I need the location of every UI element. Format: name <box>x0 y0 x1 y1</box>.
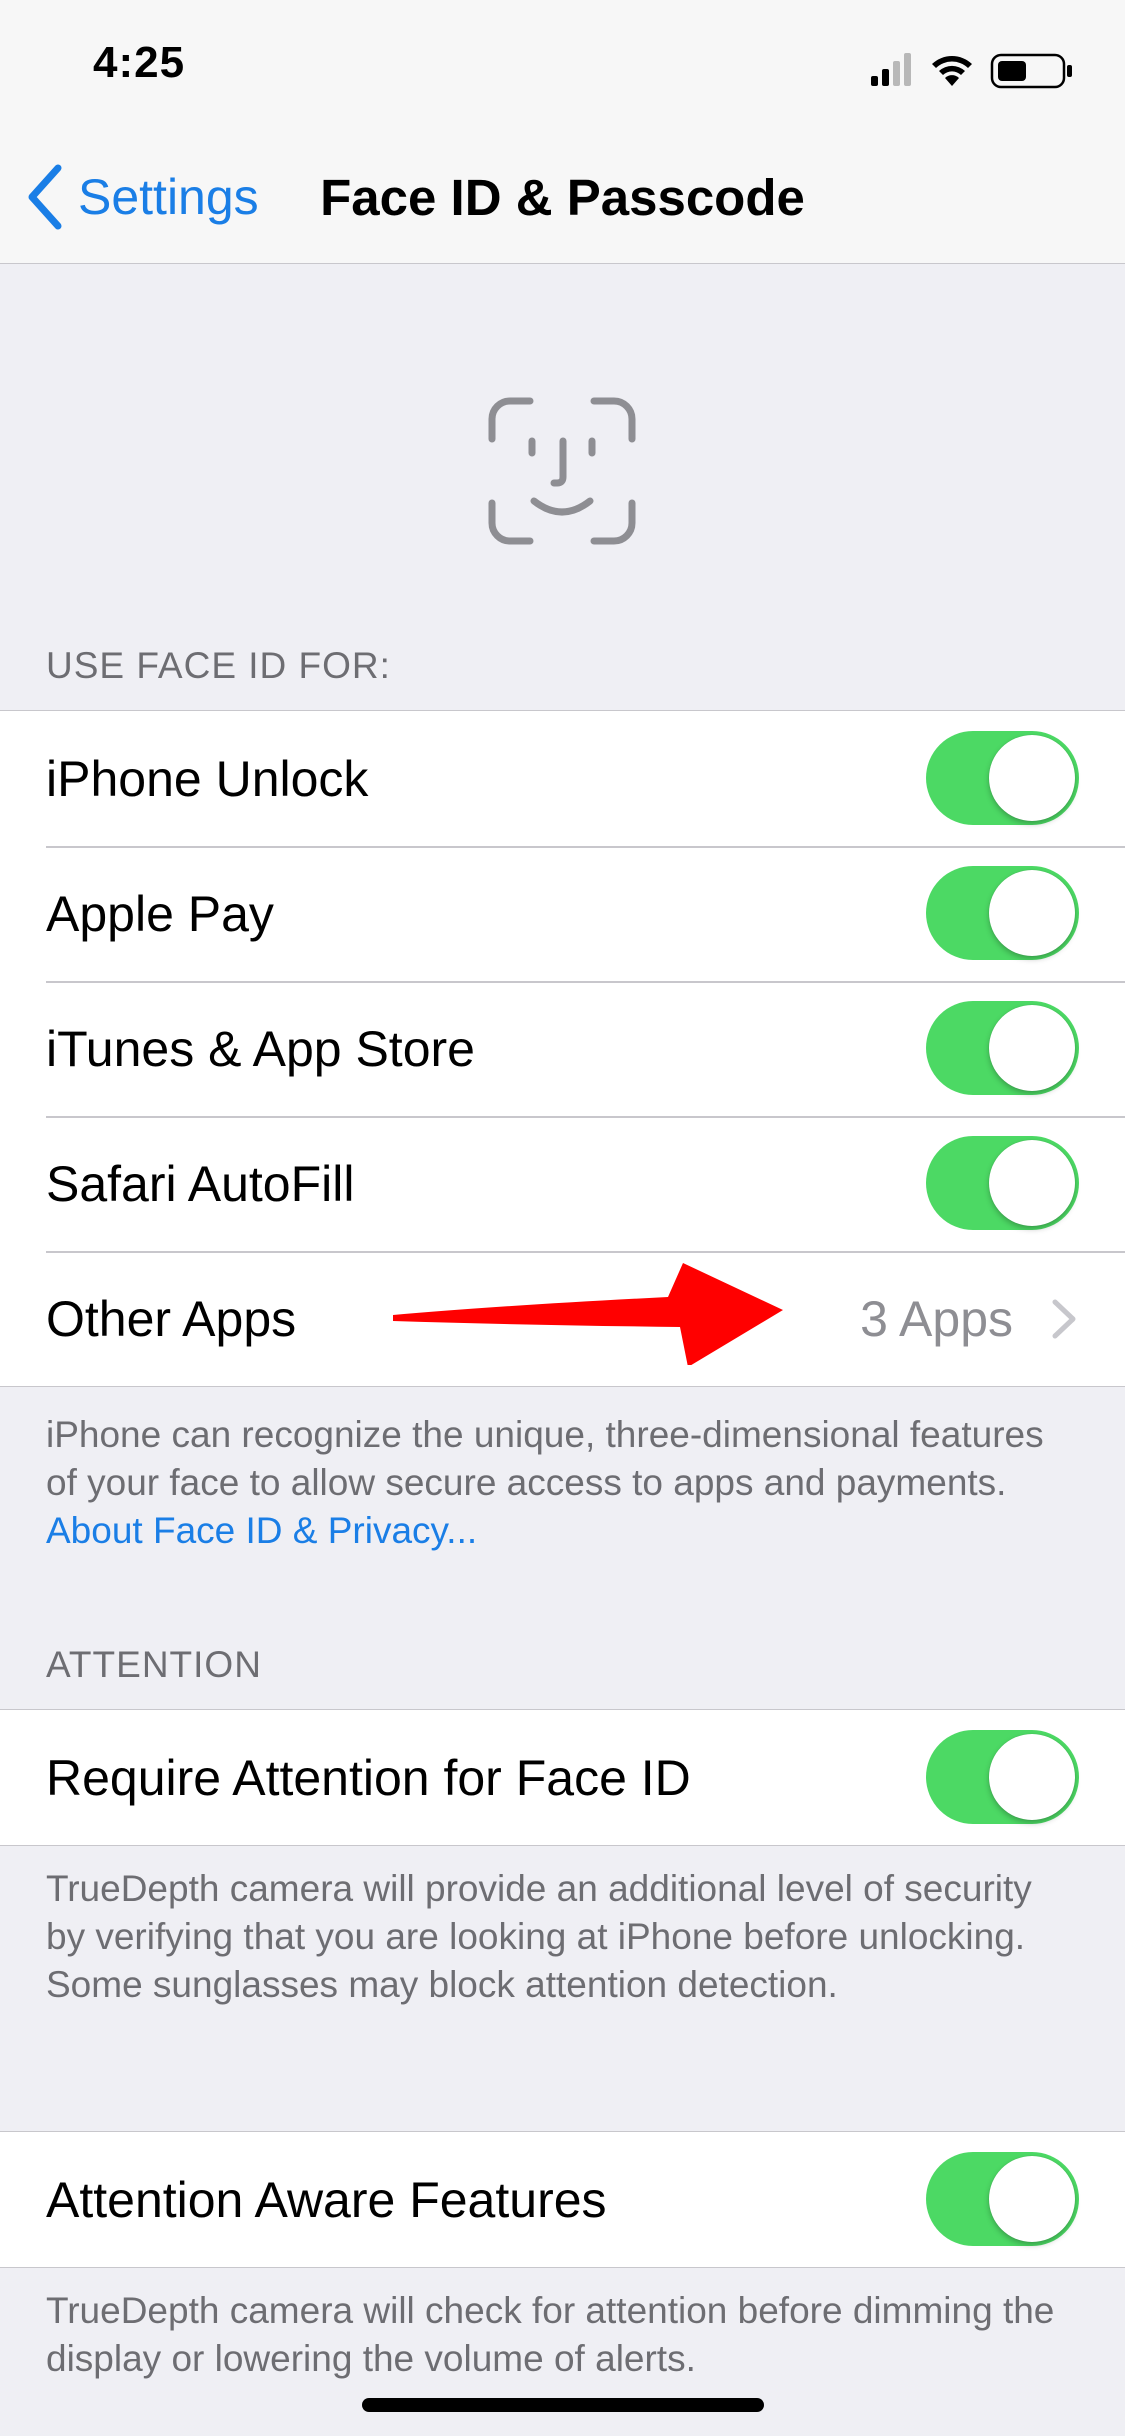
footer-text: iPhone can recognize the unique, three-d… <box>46 1414 1044 1503</box>
toggle-knob <box>989 2156 1075 2242</box>
section-header-use-face-id: USE FACE ID FOR: <box>46 645 391 686</box>
other-apps-count: 3 Apps <box>860 1290 1013 1347</box>
status-icons <box>871 48 1081 92</box>
page-title: Face ID & Passcode <box>320 169 805 226</box>
status-time: 4:25 <box>93 38 186 87</box>
row-label: Other Apps <box>46 1290 297 1347</box>
signal-icon <box>871 53 911 86</box>
use-face-id-footer: iPhone can recognize the unique, three-d… <box>46 1411 1081 1555</box>
toggle-itunes-app-store[interactable] <box>926 1001 1079 1095</box>
battery-icon <box>990 53 1072 89</box>
about-face-id-privacy-link[interactable]: About Face ID & Privacy... <box>46 1510 477 1551</box>
row-label: Apple Pay <box>46 885 274 942</box>
home-indicator[interactable] <box>362 2398 764 2412</box>
toggle-require-attention[interactable] <box>926 1730 1079 1824</box>
row-label: Require Attention for Face ID <box>46 1749 691 1806</box>
toggle-knob <box>989 870 1075 956</box>
row-label: Attention Aware Features <box>46 2171 607 2228</box>
row-label: iTunes & App Store <box>46 1020 475 1077</box>
row-apple-pay: Apple Pay <box>0 846 1125 981</box>
toggle-knob <box>989 1140 1075 1226</box>
row-label: Safari AutoFill <box>46 1155 355 1212</box>
red-arrow-annotation-icon <box>393 1263 783 1365</box>
wifi-icon <box>932 56 972 86</box>
row-iphone-unlock: iPhone Unlock <box>0 711 1125 846</box>
section-header-attention: ATTENTION <box>46 1644 262 1685</box>
row-safari-autofill: Safari AutoFill <box>0 1116 1125 1251</box>
row-attention-aware: Attention Aware Features <box>0 2132 1125 2267</box>
chevron-right-icon <box>1052 1299 1076 1339</box>
row-itunes-app-store: iTunes & App Store <box>0 981 1125 1116</box>
row-require-attention: Require Attention for Face ID <box>0 1710 1125 1845</box>
toggle-knob <box>989 735 1075 821</box>
toggle-apple-pay[interactable] <box>926 866 1079 960</box>
face-id-icon <box>488 397 636 545</box>
navigation-bar: Settings Face ID & Passcode <box>0 130 1125 264</box>
row-label: iPhone Unlock <box>46 750 369 807</box>
attention-group: Require Attention for Face ID <box>0 1709 1125 1846</box>
toggle-attention-aware[interactable] <box>926 2152 1079 2246</box>
attention-aware-footer: TrueDepth camera will check for attentio… <box>46 2290 1055 2379</box>
toggle-iphone-unlock[interactable] <box>926 731 1079 825</box>
attention-aware-group: Attention Aware Features <box>0 2131 1125 2268</box>
toggle-safari-autofill[interactable] <box>926 1136 1079 1230</box>
status-bar: 4:25 <box>0 0 1125 130</box>
attention-footer: TrueDepth camera will provide an additio… <box>46 1868 1032 2005</box>
toggle-knob <box>989 1734 1075 1820</box>
toggle-knob <box>989 1005 1075 1091</box>
